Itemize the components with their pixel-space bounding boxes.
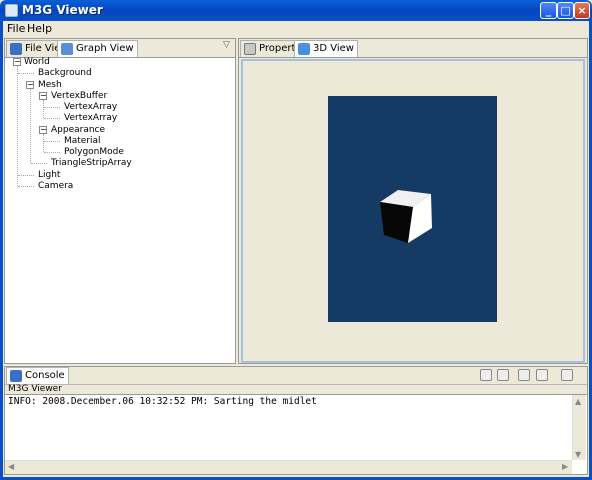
scroll-lock-icon[interactable] — [497, 369, 509, 381]
clear-console-icon[interactable] — [480, 369, 492, 381]
menu-help[interactable]: Help — [27, 22, 52, 35]
properties-icon — [244, 43, 256, 55]
maximize-button[interactable]: □ — [557, 2, 574, 19]
app-icon — [5, 4, 18, 17]
display-console-icon[interactable] — [536, 369, 548, 381]
open-console-icon[interactable] — [561, 369, 573, 381]
window-title: M3G Viewer — [22, 3, 103, 17]
tree-line — [44, 107, 60, 108]
tab-3d-view[interactable]: 3D View — [294, 40, 358, 57]
scroll-right-icon[interactable]: ▶ — [562, 462, 568, 471]
close-button[interactable]: × — [574, 2, 590, 19]
divider — [5, 384, 587, 385]
pin-console-icon[interactable] — [518, 369, 530, 381]
tree-line — [44, 141, 60, 142]
tab-label: 3D View — [313, 43, 354, 54]
tree-node-light[interactable]: Light — [38, 170, 60, 180]
3d-viewport[interactable] — [328, 96, 497, 322]
collapse-toggle[interactable]: − — [26, 81, 34, 89]
view-menu-icon[interactable]: ▽ — [223, 40, 230, 50]
tab-label: Console — [25, 370, 65, 381]
console-source-label: M3G Viewer — [8, 384, 62, 394]
horizontal-scrollbar[interactable] — [5, 460, 572, 474]
left-tabbar: File View Graph View ▽ — [5, 39, 235, 58]
tree-line — [43, 134, 44, 152]
tab-label: Graph View — [76, 43, 134, 54]
tree-node-camera[interactable]: Camera — [38, 181, 73, 191]
tree-node-vertexbuffer[interactable]: VertexBuffer — [51, 91, 107, 101]
cube-left-face — [380, 202, 413, 243]
tree-line — [30, 89, 31, 163]
tree-node-vertexarray[interactable]: VertexArray — [64, 102, 117, 112]
collapse-toggle[interactable]: − — [39, 126, 47, 134]
scroll-left-icon[interactable]: ◀ — [8, 462, 14, 471]
tree-line — [43, 100, 44, 118]
cube-render — [380, 190, 432, 243]
tree-line — [18, 186, 34, 187]
tree-node-trianglestriparray[interactable]: TriangleStripArray — [51, 158, 132, 168]
minimize-button[interactable]: _ — [540, 2, 557, 19]
console-log-line: INFO: 2008.December.06 10:32:52 PM: Sart… — [8, 396, 317, 407]
tree-node-material[interactable]: Material — [64, 136, 101, 146]
tab-graph-view[interactable]: Graph View — [57, 40, 138, 57]
tree-line — [18, 73, 34, 74]
scroll-up-icon[interactable]: ▲ — [575, 397, 581, 406]
collapse-toggle[interactable]: − — [39, 92, 47, 100]
console-icon — [10, 370, 22, 382]
window-frame-left — [0, 21, 3, 480]
graph-view-icon — [61, 43, 73, 55]
tree-line — [44, 118, 60, 119]
tree-node-vertexarray[interactable]: VertexArray — [64, 113, 117, 123]
3d-view-icon — [298, 43, 310, 55]
file-view-icon — [10, 43, 22, 55]
tree-node-mesh[interactable]: Mesh — [38, 80, 62, 90]
tree-node-polygonmode[interactable]: PolygonMode — [64, 147, 124, 157]
tree-line — [44, 152, 60, 153]
tree-node-background[interactable]: Background — [38, 68, 92, 78]
scroll-down-icon[interactable]: ▼ — [575, 450, 581, 459]
tree-line — [18, 175, 34, 176]
tree-line — [17, 66, 18, 186]
tree-node-world[interactable]: World — [24, 57, 50, 67]
right-tabbar: Properties 3D View — [239, 39, 587, 58]
tree-node-appearance[interactable]: Appearance — [51, 125, 105, 135]
tab-console[interactable]: Console — [6, 367, 69, 384]
menu-file[interactable]: File — [7, 22, 25, 35]
collapse-toggle[interactable]: − — [13, 58, 21, 66]
menu-bar: File Help — [3, 21, 589, 35]
tree-line — [31, 163, 47, 164]
